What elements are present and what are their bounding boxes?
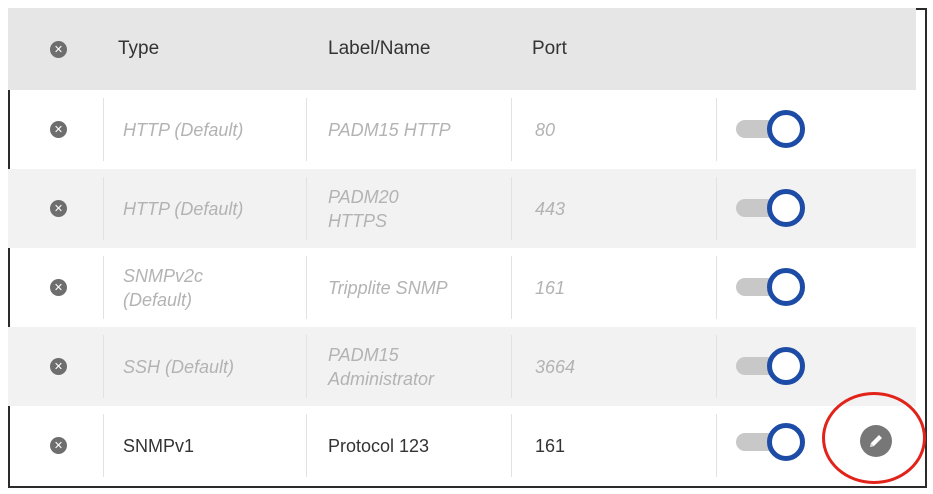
table-row: ✕ SSH (Default) PADM15 Administrator 366… — [8, 327, 916, 406]
enable-toggle[interactable] — [730, 107, 810, 151]
enable-toggle[interactable] — [730, 344, 810, 388]
header-delete-all[interactable]: ✕ — [50, 8, 67, 90]
table-row: ✕ SNMPv2c (Default) Tripplite SNMP 161 — [8, 248, 916, 327]
table-header: ✕ Type Label/Name Port — [8, 8, 916, 90]
row-type: SNMPv2c — [123, 265, 204, 286]
delete-row-button[interactable]: ✕ — [50, 169, 67, 248]
delete-row-button[interactable]: ✕ — [50, 90, 67, 169]
delete-row-button[interactable]: ✕ — [50, 248, 67, 327]
row-label: PADM15 HTTP — [328, 119, 451, 140]
pencil-icon[interactable] — [867, 432, 885, 450]
row-port: 80 — [535, 119, 556, 140]
row-port: 161 — [535, 435, 566, 456]
row-label: Protocol 123 — [328, 435, 430, 456]
table-row: ✕ HTTP (Default) PADM20 HTTPS 443 — [8, 169, 916, 248]
enable-toggle[interactable] — [730, 265, 810, 309]
enable-toggle[interactable] — [730, 186, 810, 230]
column-header-type[interactable]: Type — [118, 8, 159, 90]
row-type: SSH (Default) — [123, 356, 235, 377]
table-row: ✕ SNMPv1 Protocol 123 161 — [8, 406, 916, 485]
column-header-port[interactable]: Port — [532, 8, 567, 90]
row-label: Tripplite SNMP — [328, 277, 448, 298]
column-header-label[interactable]: Label/Name — [328, 8, 430, 90]
close-icon[interactable]: ✕ — [50, 437, 67, 454]
row-label: PADM20 — [328, 186, 399, 207]
close-icon[interactable]: ✕ — [50, 40, 67, 58]
row-type: HTTP (Default) — [123, 119, 244, 140]
edit-button[interactable] — [860, 425, 892, 457]
close-icon[interactable]: ✕ — [50, 121, 67, 138]
close-icon[interactable]: ✕ — [50, 279, 67, 296]
row-port: 443 — [535, 198, 566, 219]
row-type: SNMPv1 — [123, 435, 195, 456]
row-type: HTTP (Default) — [123, 198, 244, 219]
row-port: 3664 — [535, 356, 576, 377]
delete-row-button[interactable]: ✕ — [50, 327, 67, 406]
row-label-line2: HTTPS — [328, 210, 388, 231]
row-type-line2: (Default) — [123, 289, 193, 310]
row-label: PADM15 — [328, 344, 399, 365]
row-label-line2: Administrator — [328, 368, 435, 389]
row-port: 161 — [535, 277, 566, 298]
delete-row-button[interactable]: ✕ — [50, 406, 67, 485]
close-icon[interactable]: ✕ — [50, 358, 67, 375]
table-row: ✕ HTTP (Default) PADM15 HTTP 80 — [8, 90, 916, 169]
close-icon[interactable]: ✕ — [50, 200, 67, 217]
enable-toggle[interactable] — [730, 420, 810, 464]
